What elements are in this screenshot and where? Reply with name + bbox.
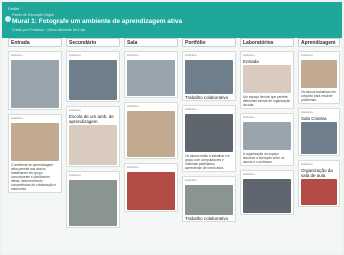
post-card[interactable]: Anónimo Organização da sala de aula [298,160,340,207]
column-header[interactable]: Entrada [8,38,62,47]
column-aprendizagem: Aprendizagem Anónimo Os alunos trabalham… [298,38,340,253]
post-card[interactable]: Anónimo [66,51,120,102]
board-author: Criado por Professor · última atividade … [12,28,86,32]
app-name[interactable]: Padlet [8,6,19,11]
post-card[interactable]: Anónimo O ambiente de aprendizagem ativa… [8,114,62,193]
post-card[interactable]: Anónimo [124,51,178,98]
post-author: Anónimo [301,53,313,57]
post-image [69,180,117,226]
post-title: Entrada [243,59,259,64]
post-image [301,179,337,205]
post-card[interactable]: Anónimo [8,51,62,110]
post-title: Escola de um amb. de aprendizagem [69,114,114,124]
post-author: Anónimo [243,53,255,57]
column-header[interactable]: Portfólio [182,38,236,47]
post-card[interactable]: Anónimo [124,102,178,159]
post-author: Anónimo [69,53,81,57]
column-header[interactable]: Secundário [66,38,120,47]
board-header: Padlet Padlet de Educação Digital Mural … [2,2,342,38]
post-card[interactable]: Anónimo [66,171,120,228]
post-title: Trabalho colaborativo [185,95,229,100]
post-image [301,60,337,88]
post-image [185,60,233,94]
post-author: Anónimo [301,162,313,166]
post-image [69,125,117,165]
post-author: Anónimo [127,53,139,57]
post-image [243,122,291,150]
post-text: Os alunos trabalham em conjunto para res… [301,90,336,102]
post-author: Anónimo [127,165,139,169]
post-author: Anónimo [127,104,139,108]
post-author: Anónimo [243,172,255,176]
column-header[interactable]: Sala [124,38,178,47]
post-author: Anónimo [185,178,197,182]
column-secundario: Secundário Anónimo Anónimo Escola de um … [66,38,120,253]
post-card[interactable]: Anónimo Os alunos estão a trabalhar em g… [182,105,236,172]
post-card[interactable]: Anónimo [240,170,294,215]
board-title: Mural 1: Fotografe um ambiente de aprend… [12,18,183,25]
padlet-window: Padlet Padlet de Educação Digital Mural … [0,0,344,255]
post-card[interactable]: Anónimo A organização do espaço favorece… [240,113,294,166]
post-image [127,111,175,157]
post-image [185,185,233,215]
post-title: Organização da sala de aula [301,168,333,178]
column-portfolio: Portfólio Anónimo Trabalho colaborativo … [182,38,236,253]
post-author: Anónimo [69,173,81,177]
post-image [11,123,59,161]
post-image [185,114,233,152]
post-title: Trabalho colaborativo [185,216,229,221]
column-laboratorios: Laboratórios Anónimo Entrada Um espaço f… [240,38,294,253]
post-image [243,179,291,213]
post-card[interactable]: Anónimo Sala Criativa [298,108,340,156]
post-card[interactable]: Anónimo Os alunos trabalham em conjunto … [298,51,340,104]
post-image [243,65,291,93]
post-author: Anónimo [11,116,23,120]
post-title: Sala Criativa [301,116,327,121]
post-image [301,122,337,154]
post-author: Anónimo [185,107,197,111]
column-sala: Sala Anónimo Anónimo Anónimo [124,38,178,253]
post-text: Os alunos estão a trabalhar em grupo com… [185,154,230,170]
post-author: Anónimo [69,108,81,112]
column-header[interactable]: Laboratórios [240,38,294,47]
board-subtitle: Padlet de Educação Digital [12,13,55,17]
post-image [11,60,59,108]
post-text: O ambiente de aprendizagem ativa permite… [11,163,57,191]
board-canvas: Entrada Anónimo Anónimo O ambiente de ap… [2,38,342,253]
post-card[interactable]: Anónimo Trabalho colaborativo [182,176,236,222]
post-author: Anónimo [243,115,255,119]
post-text: Um espaço flexível que permite diferente… [243,95,291,107]
post-author: Anónimo [11,53,23,57]
column-entrada: Entrada Anónimo Anónimo O ambiente de ap… [8,38,62,253]
column-header[interactable]: Aprendizagem [298,38,340,47]
post-author: Anónimo [185,53,197,57]
post-image [127,172,175,210]
post-card[interactable]: Anónimo [124,163,178,212]
post-card[interactable]: Anónimo Escola de um amb. de aprendizage… [66,106,120,167]
post-card[interactable]: Anónimo Entrada Um espaço flexível que p… [240,51,294,109]
post-text: A organização do espaço favorece a inter… [243,152,285,164]
post-image [127,60,175,96]
post-author: Anónimo [301,110,313,114]
post-card[interactable]: Anónimo Trabalho colaborativo [182,51,236,101]
board-avatar-icon [5,16,11,22]
post-image [69,60,117,100]
